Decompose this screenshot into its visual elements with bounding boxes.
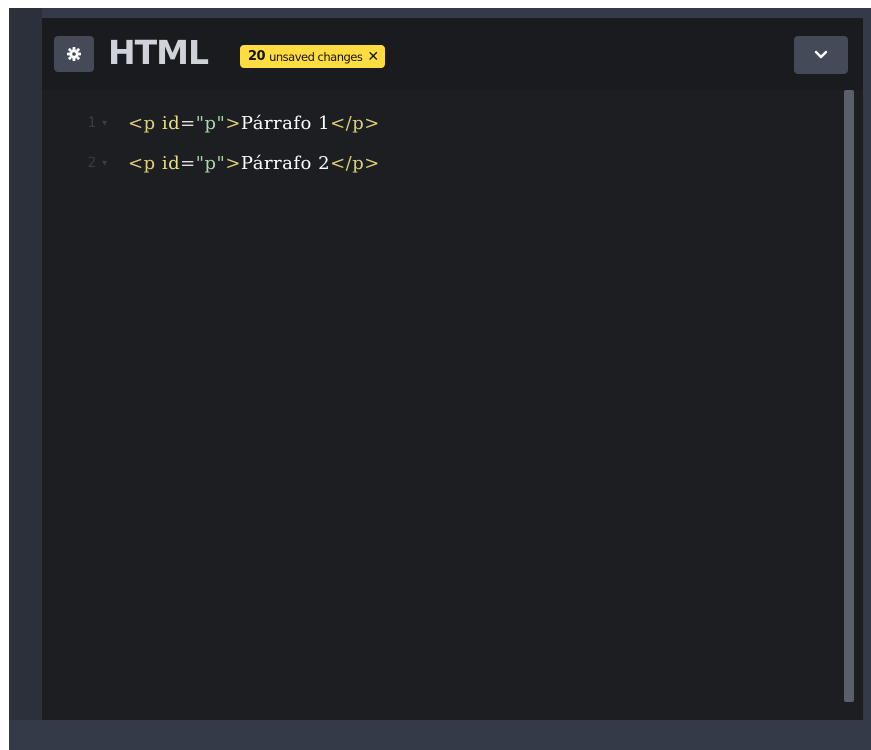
attr-value: "p" [195, 112, 226, 134]
left-panel-strip [9, 8, 42, 720]
code-line[interactable]: 2 ▾ <p id="p">Párrafo 2</p> [42, 148, 832, 178]
attr-eq: = [180, 152, 196, 174]
settings-button[interactable] [54, 36, 94, 72]
tag-open: <p [128, 112, 156, 134]
gear-icon [67, 47, 81, 61]
attr-value: "p" [195, 152, 226, 174]
code-content: <p id="p">Párrafo 1</p> [128, 113, 380, 134]
attr-name: id [161, 152, 181, 174]
editor-header: HTML 20 unsaved changes ✕ [42, 18, 863, 90]
vertical-scrollbar[interactable] [844, 90, 854, 702]
tag-close: </p> [330, 112, 380, 134]
editor-title: HTML [108, 33, 209, 72]
line-number: 1 [87, 115, 96, 131]
fold-arrow-icon[interactable]: ▾ [102, 158, 107, 169]
tag-bracket: > [225, 152, 241, 174]
unsaved-label: unsaved changes [269, 49, 363, 64]
code-editor[interactable]: 1 ▾ <p id="p">Párrafo 1</p> 2 ▾ <p id="p… [42, 90, 863, 720]
collapse-button[interactable] [794, 36, 848, 74]
fold-arrow-icon[interactable]: ▾ [102, 118, 107, 129]
text-content: Párrafo 2 [240, 152, 331, 174]
text-content: Párrafo 1 [240, 112, 331, 134]
attr-name: id [161, 112, 181, 134]
unsaved-changes-badge[interactable]: 20 unsaved changes ✕ [240, 45, 385, 68]
code-content: <p id="p">Párrafo 2</p> [128, 153, 380, 174]
unsaved-count: 20 [248, 49, 266, 64]
attr-eq: = [180, 112, 196, 134]
line-number: 2 [87, 155, 96, 171]
tag-open: <p [128, 152, 156, 174]
tag-close: </p> [330, 152, 380, 174]
code-line[interactable]: 1 ▾ <p id="p">Párrafo 1</p> [42, 108, 832, 138]
tag-bracket: > [225, 112, 241, 134]
close-icon[interactable]: ✕ [367, 49, 379, 65]
chevron-down-icon [814, 50, 828, 59]
footer-strip [9, 720, 871, 750]
